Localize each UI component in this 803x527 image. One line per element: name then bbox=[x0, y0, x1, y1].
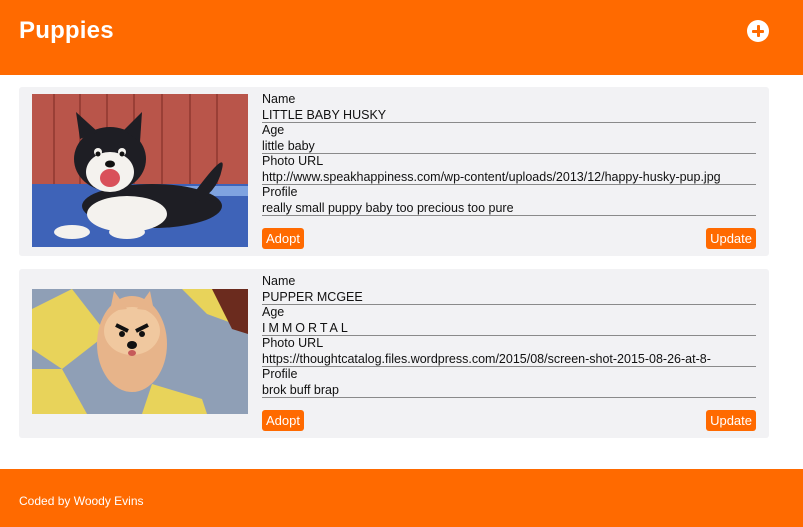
age-field[interactable] bbox=[262, 320, 756, 336]
puppy-card: Name Age Photo URL Profile Adopt Update bbox=[19, 87, 769, 256]
name-field[interactable] bbox=[262, 289, 756, 305]
profile-label: Profile bbox=[262, 185, 298, 199]
page-title: Puppies bbox=[19, 17, 114, 44]
app-footer: Coded by Woody Evins bbox=[0, 469, 803, 527]
profile-label: Profile bbox=[262, 367, 298, 381]
name-label: Name bbox=[262, 92, 296, 106]
photo-url-field[interactable] bbox=[262, 169, 756, 185]
adopt-button[interactable]: Adopt bbox=[262, 410, 304, 431]
name-field[interactable] bbox=[262, 107, 756, 123]
app-header: Puppies bbox=[0, 0, 803, 75]
profile-field[interactable] bbox=[262, 200, 756, 216]
puppy-photo bbox=[32, 289, 248, 414]
age-label: Age bbox=[262, 123, 285, 137]
puppy-card: Name Age Photo URL Profile Adopt Update bbox=[19, 269, 769, 438]
age-field[interactable] bbox=[262, 138, 756, 154]
profile-field[interactable] bbox=[262, 382, 756, 398]
photo-url-field[interactable] bbox=[262, 351, 756, 367]
footer-credit: Coded by Woody Evins bbox=[19, 494, 144, 508]
photo-url-label: Photo URL bbox=[262, 154, 324, 168]
update-button[interactable]: Update bbox=[706, 410, 756, 431]
adopt-button[interactable]: Adopt bbox=[262, 228, 304, 249]
plus-circle-icon[interactable] bbox=[747, 20, 769, 42]
photo-url-label: Photo URL bbox=[262, 336, 324, 350]
name-label: Name bbox=[262, 274, 296, 288]
age-label: Age bbox=[262, 305, 285, 319]
puppy-fields: Name Age Photo URL Profile bbox=[262, 92, 756, 216]
puppy-photo bbox=[32, 94, 248, 247]
update-button[interactable]: Update bbox=[706, 228, 756, 249]
puppy-fields: Name Age Photo URL Profile bbox=[262, 274, 756, 398]
